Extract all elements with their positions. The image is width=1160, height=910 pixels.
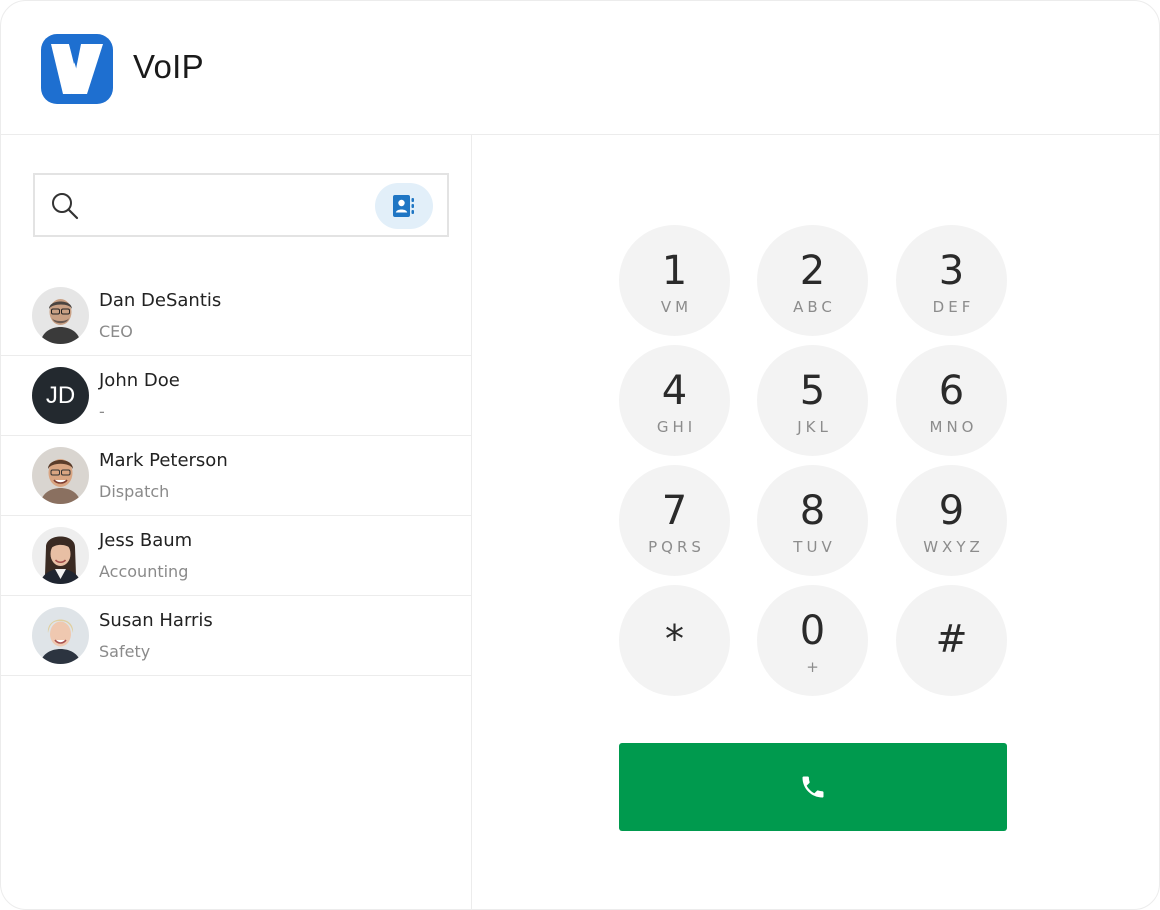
key-2[interactable]: 2 ABC bbox=[757, 225, 868, 336]
contacts-sidebar: Dan DeSantis CEO JD John Doe - Mark Pete… bbox=[1, 135, 472, 909]
key-letters: VM bbox=[660, 298, 693, 316]
key-digit: 5 bbox=[799, 368, 826, 414]
contact-row[interactable]: Susan Harris Safety bbox=[1, 596, 471, 676]
contact-name: Susan Harris bbox=[99, 610, 213, 631]
contact-name: Mark Peterson bbox=[99, 450, 228, 471]
key-digit: 9 bbox=[938, 488, 965, 534]
call-button[interactable] bbox=[619, 743, 1007, 831]
key-letters: + bbox=[806, 658, 823, 676]
avatar bbox=[32, 447, 89, 504]
key-letters: ABC bbox=[793, 298, 836, 316]
key-digit: 2 bbox=[799, 248, 826, 294]
key-8[interactable]: 8 TUV bbox=[757, 465, 868, 576]
app-header: VoIP bbox=[1, 1, 1159, 135]
contact-name: Jess Baum bbox=[99, 530, 193, 551]
key-letters: PQRS bbox=[648, 538, 705, 556]
contact-list: Dan DeSantis CEO JD John Doe - Mark Pete… bbox=[1, 276, 471, 676]
key-digit: # bbox=[935, 617, 968, 661]
key-9[interactable]: 9 WXYZ bbox=[896, 465, 1007, 576]
search-bar bbox=[33, 173, 449, 237]
key-0[interactable]: 0 + bbox=[757, 585, 868, 696]
key-letters: TUV bbox=[793, 538, 836, 556]
key-6[interactable]: 6 MNO bbox=[896, 345, 1007, 456]
search-icon bbox=[51, 192, 79, 220]
contact-row[interactable]: Mark Peterson Dispatch bbox=[1, 436, 471, 516]
key-digit: 6 bbox=[938, 368, 965, 414]
contact-name: Dan DeSantis bbox=[99, 290, 222, 311]
avatar bbox=[32, 607, 89, 664]
avatar: JD bbox=[32, 367, 89, 424]
contact-role: - bbox=[99, 402, 105, 421]
key-digit: 1 bbox=[661, 248, 688, 294]
voip-app-window: VoIP Dan DeSantis CEO JD John Doe - Mark… bbox=[0, 0, 1160, 910]
key-letters: MNO bbox=[929, 418, 978, 436]
avatar bbox=[32, 287, 89, 344]
key-1[interactable]: 1 VM bbox=[619, 225, 730, 336]
key-hash[interactable]: # bbox=[896, 585, 1007, 696]
key-digit: 3 bbox=[938, 248, 965, 294]
contact-row[interactable]: JD John Doe - bbox=[1, 356, 471, 436]
key-3[interactable]: 3 DEF bbox=[896, 225, 1007, 336]
key-letters: JKL bbox=[797, 418, 832, 436]
app-title: VoIP bbox=[133, 48, 204, 85]
contact-role: CEO bbox=[99, 322, 133, 341]
key-letters: DEF bbox=[932, 298, 975, 316]
key-letters: GHI bbox=[656, 418, 697, 436]
key-digit: * bbox=[665, 617, 684, 661]
contact-role: Accounting bbox=[99, 562, 189, 581]
contact-role: Safety bbox=[99, 642, 151, 661]
search-input[interactable] bbox=[95, 187, 375, 223]
contact-role: Dispatch bbox=[99, 482, 170, 501]
address-book-button[interactable] bbox=[375, 183, 433, 229]
voip-logo-icon bbox=[41, 34, 113, 104]
key-5[interactable]: 5 JKL bbox=[757, 345, 868, 456]
key-7[interactable]: 7 PQRS bbox=[619, 465, 730, 576]
key-star[interactable]: * bbox=[619, 585, 730, 696]
key-letters: WXYZ bbox=[923, 538, 984, 556]
key-digit: 4 bbox=[661, 368, 688, 414]
contact-name: John Doe bbox=[99, 370, 180, 391]
dialpad: 1 VM 2 ABC 3 DEF 4 GHI 5 JKL 6 MNO 7 PQR… bbox=[472, 135, 1159, 909]
contact-row[interactable]: Dan DeSantis CEO bbox=[1, 276, 471, 356]
contact-row[interactable]: Jess Baum Accounting bbox=[1, 516, 471, 596]
key-digit: 0 bbox=[799, 608, 826, 654]
key-digit: 7 bbox=[661, 488, 688, 534]
key-4[interactable]: 4 GHI bbox=[619, 345, 730, 456]
avatar bbox=[32, 527, 89, 584]
key-digit: 8 bbox=[799, 488, 826, 534]
